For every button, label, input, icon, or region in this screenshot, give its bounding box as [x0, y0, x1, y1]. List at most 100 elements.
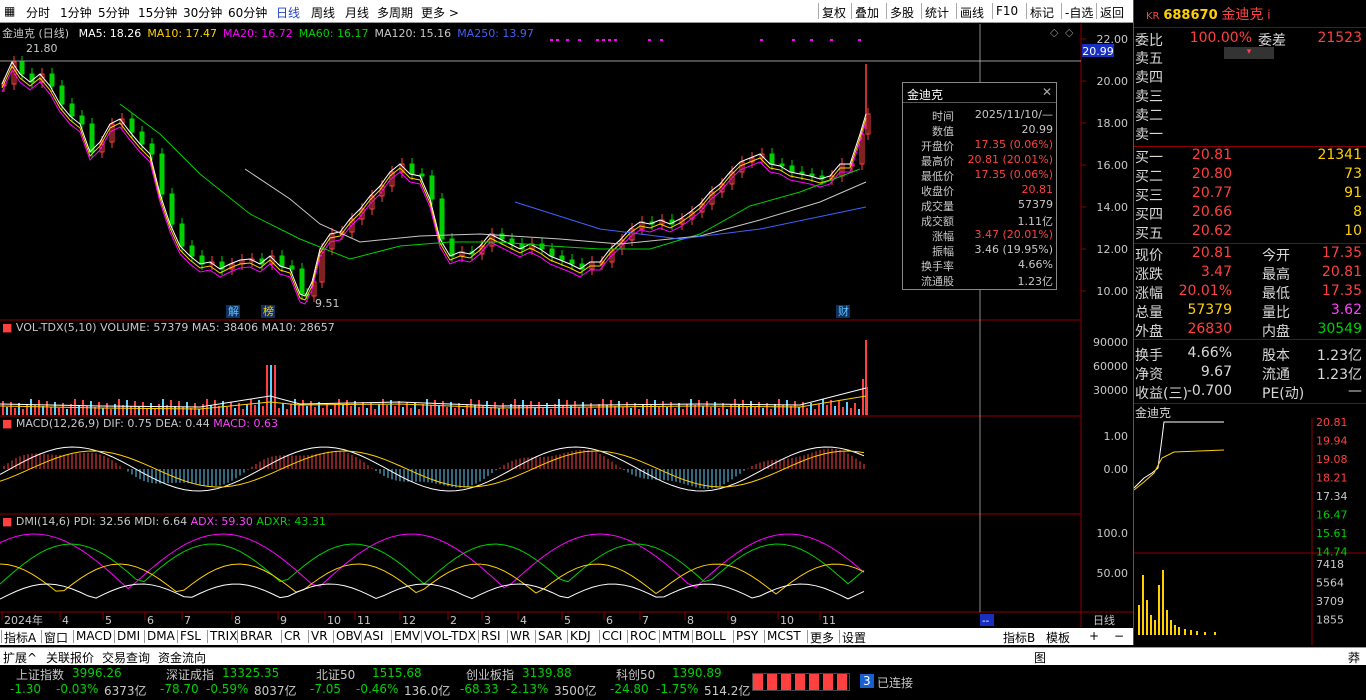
toolbar-action-1[interactable]: 叠加: [855, 4, 879, 21]
indicator-tab-12[interactable]: EMV: [394, 629, 420, 643]
period-tab-5[interactable]: 60分钟: [228, 4, 267, 21]
index-name[interactable]: 创业板指: [466, 666, 514, 683]
volume-bar: [310, 401, 312, 415]
indicator-tab-22[interactable]: PSY: [736, 629, 758, 643]
menu-icon[interactable]: 莽: [1348, 649, 1360, 666]
period-tab-6[interactable]: 日线: [276, 4, 300, 21]
stat-value: 4.66%: [1187, 345, 1232, 361]
indicator-tab-7[interactable]: BRAR: [240, 629, 273, 643]
ext-tab-1[interactable]: 关联报价: [46, 649, 94, 666]
volume-bar: [658, 406, 660, 415]
indicator-tab-9[interactable]: VR: [311, 629, 328, 643]
period-tab-4[interactable]: 30分钟: [183, 4, 222, 21]
indicator-tab-24[interactable]: 更多: [810, 629, 834, 646]
indicator-tab-23[interactable]: MCST: [767, 629, 801, 643]
indicator-tab-17[interactable]: KDJ: [570, 629, 591, 643]
indicator-tab-2[interactable]: MACD: [76, 629, 112, 643]
index-name[interactable]: 科创50: [616, 666, 655, 683]
indicator-tab-18[interactable]: CCI: [602, 629, 622, 643]
toolbar-action-8[interactable]: 返回: [1100, 4, 1124, 21]
period-tab-0[interactable]: 分时: [26, 4, 50, 21]
volume-bar: [538, 402, 540, 415]
indicator-tab-4[interactable]: DMA: [147, 629, 175, 643]
toolbar-action-5[interactable]: F10: [996, 4, 1018, 18]
period-tab-9[interactable]: 多周期: [377, 4, 413, 21]
volume-bar: [206, 399, 208, 415]
indicator-tab-6[interactable]: TRIX: [210, 629, 237, 643]
volume-bar: [822, 399, 824, 415]
indicator-tab-15[interactable]: WR: [510, 629, 530, 643]
toolbar-action-3[interactable]: 统计: [925, 4, 949, 21]
toolbar-action-2[interactable]: 多股: [890, 4, 914, 21]
period-tab-10[interactable]: 更多 >: [421, 4, 459, 21]
info-icon[interactable]: i: [1267, 8, 1270, 22]
mini-volume-bar: [1138, 605, 1140, 635]
indicator-tab-1[interactable]: 窗口: [44, 629, 68, 646]
indicator-tab-25[interactable]: 设置: [842, 629, 866, 646]
event-marker-text: 解: [228, 304, 239, 318]
template-tab-1[interactable]: 模板: [1046, 629, 1070, 646]
volume-bar: [710, 407, 712, 415]
stat-value: 17.35: [1321, 283, 1362, 299]
mini-volume-bar: [1178, 627, 1180, 635]
indicator-tab-3[interactable]: DMI: [117, 629, 140, 643]
toolbar-action-7[interactable]: -自选: [1065, 4, 1093, 21]
connection-status[interactable]: 已连接: [877, 674, 913, 691]
volume-axis-label: 90000: [1093, 336, 1128, 349]
volume-bar: [546, 403, 548, 415]
bid-row: 买一 20.81 21341: [1134, 147, 1366, 166]
event-marker-text: 榜: [263, 304, 274, 318]
candle: [189, 245, 195, 257]
indicator-tab-10[interactable]: OBV: [336, 629, 362, 643]
date-axis-label: 6: [147, 614, 154, 627]
signal-dot: [578, 39, 581, 41]
period-tab-3[interactable]: 15分钟: [138, 4, 177, 21]
volume-bar: [338, 399, 340, 415]
template-tab-2[interactable]: +: [1089, 629, 1099, 643]
volume-bar: [210, 405, 212, 415]
index-name[interactable]: 深证成指: [166, 666, 214, 683]
toolbar-action-0[interactable]: 复权: [822, 4, 846, 21]
period-tab-1[interactable]: 1分钟: [60, 4, 92, 21]
template-tab-0[interactable]: 指标B: [1003, 629, 1035, 646]
chart-icon[interactable]: 图: [1034, 649, 1046, 666]
volume-axis-label: 30000: [1093, 384, 1128, 397]
stock-name: 金迪克: [1221, 7, 1264, 23]
volume-bar: [434, 400, 436, 415]
date-axis-label: 8: [234, 614, 241, 627]
mini-price-label: 15.61: [1316, 527, 1348, 540]
ext-tab-0[interactable]: 扩展^: [3, 649, 37, 666]
ext-tab-2[interactable]: 交易查询: [102, 649, 150, 666]
mini-volume-bar: [1190, 630, 1192, 635]
close-icon[interactable]: ✕: [1042, 85, 1052, 99]
indicator-tab-11[interactable]: ASI: [364, 629, 383, 643]
stat-row: 涨幅 20.01% 最低 17.35: [1134, 283, 1366, 302]
indicator-tab-5[interactable]: FSL: [180, 629, 201, 643]
indicator-tab-20[interactable]: MTM: [662, 629, 690, 643]
chart-legend: 金迪克 (日线) MA5: 18.26 MA10: 17.47 MA20: 16.7…: [2, 25, 534, 41]
template-tab-3[interactable]: −: [1114, 629, 1124, 643]
grid-icon[interactable]: ▦: [4, 4, 15, 18]
indicator-tab-16[interactable]: SAR: [538, 629, 562, 643]
indicator-tab-0[interactable]: 指标A: [4, 629, 36, 646]
indicator-tab-13[interactable]: VOL-TDX: [424, 629, 476, 643]
volume-bar: [26, 404, 28, 415]
period-tab-8[interactable]: 月线: [345, 4, 369, 21]
period-tab-7[interactable]: 周线: [311, 4, 335, 21]
mini-volume-bar: [1174, 625, 1176, 635]
macd-axis-label: 1.00: [1104, 430, 1129, 443]
toolbar-action-4[interactable]: 画线: [960, 4, 984, 21]
indicator-tab-14[interactable]: RSI: [481, 629, 501, 643]
index-amount: 136.0亿: [404, 684, 451, 698]
toolbar-action-6[interactable]: 标记: [1030, 4, 1054, 21]
indicator-tab-8[interactable]: CR: [284, 629, 301, 643]
stat-value: 17.35: [1321, 245, 1362, 261]
volume-bar: [278, 408, 280, 415]
indicator-tab-19[interactable]: ROC: [630, 629, 656, 643]
index-name[interactable]: 北证50: [316, 666, 355, 683]
ext-tab-3[interactable]: 资金流向: [158, 649, 206, 666]
period-tab-2[interactable]: 5分钟: [98, 4, 130, 21]
index-name[interactable]: 上证指数: [16, 666, 64, 683]
indicator-tab-21[interactable]: BOLL: [695, 629, 726, 643]
intraday-mini-chart[interactable]: 20.81 19.94 19.08 18.21 17.34 16.47 15.61 14.74…: [1134, 418, 1366, 645]
